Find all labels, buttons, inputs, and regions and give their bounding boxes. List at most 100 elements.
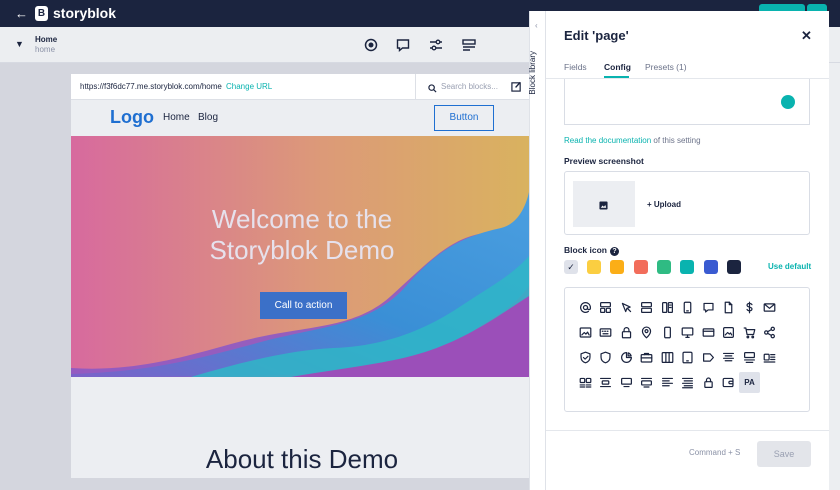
padlock-icon[interactable] (698, 372, 718, 392)
pa-icon[interactable]: PA (739, 372, 760, 393)
align-center-icon[interactable] (719, 347, 739, 367)
documentation-line: Read the documentation of this setting (564, 136, 701, 145)
pie-icon[interactable] (616, 347, 636, 367)
grammar-check-icon[interactable] (781, 95, 795, 109)
panel-content: Read the documentation of this setting P… (546, 79, 829, 430)
edit-icon[interactable] (511, 81, 522, 95)
preview-screenshot-box: + Upload (564, 171, 810, 235)
media-text-icon[interactable] (739, 347, 759, 367)
nav-home-link[interactable]: Home (163, 112, 190, 123)
three-columns-icon[interactable] (657, 347, 677, 367)
hero-title-line2: Storyblok Demo (209, 235, 395, 265)
columns-icon[interactable] (657, 297, 677, 317)
sliders-icon[interactable] (428, 37, 444, 53)
right-strip (829, 63, 840, 490)
cart-icon[interactable] (739, 322, 759, 342)
tab-config[interactable]: Config (604, 62, 631, 72)
at-icon[interactable] (575, 297, 595, 317)
document-icon[interactable] (719, 297, 739, 317)
comment-icon[interactable] (395, 37, 411, 53)
block-icon-label-text: Block icon (564, 245, 607, 255)
card-icon[interactable] (698, 322, 718, 342)
nav-blog-link[interactable]: Blog (198, 112, 218, 123)
record-icon[interactable] (363, 37, 379, 53)
keyboard-icon[interactable] (596, 322, 616, 342)
tablet-icon[interactable] (678, 347, 698, 367)
color-swatch-default[interactable]: ✓ (564, 260, 578, 274)
call-to-action-button[interactable]: Call to action (260, 292, 347, 319)
rows-icon[interactable] (637, 297, 657, 317)
image-icon (599, 199, 608, 213)
color-swatch-blue[interactable] (704, 260, 718, 274)
color-swatch-navy[interactable] (727, 260, 741, 274)
chat-icon[interactable] (698, 297, 718, 317)
color-swatch-red[interactable] (634, 260, 648, 274)
save-button[interactable]: Save (757, 441, 811, 467)
hero-bottom-icon[interactable] (637, 372, 657, 392)
hero-title: Welcome to the Storyblok Demo (71, 204, 529, 266)
about-title: About this Demo (205, 444, 399, 474)
layout-icon[interactable] (461, 37, 477, 53)
hero-section[interactable]: Welcome to the Storyblok Demo Call to ac… (71, 136, 529, 377)
story-name: Home (35, 35, 58, 44)
panel-footer: Command + S Save (546, 430, 829, 490)
use-default-link[interactable]: Use default (768, 262, 811, 271)
help-icon[interactable]: ? (609, 247, 619, 256)
block-icon-label: Block icon? (564, 245, 619, 256)
color-swatch-orange[interactable] (610, 260, 624, 274)
shield-icon[interactable] (596, 347, 616, 367)
wallet-icon[interactable] (719, 372, 739, 392)
text-block-icon[interactable] (596, 372, 616, 392)
gallery-icon[interactable] (575, 372, 595, 392)
color-swatch-yellow[interactable] (587, 260, 601, 274)
pin-icon[interactable] (637, 322, 657, 342)
color-swatch-green[interactable] (657, 260, 671, 274)
brand-name: storyblok (53, 5, 117, 21)
image-icon[interactable] (575, 322, 595, 342)
back-arrow-icon[interactable]: ← (15, 6, 28, 21)
site-logo[interactable]: Logo (110, 107, 154, 128)
block-library-toggle[interactable]: ‹ Block library (528, 11, 546, 490)
close-icon[interactable]: ✕ (801, 28, 812, 44)
media-list-icon[interactable] (760, 347, 780, 367)
site-header-button[interactable]: Button (434, 105, 494, 131)
tab-fields[interactable]: Fields (564, 62, 587, 72)
hero-icon[interactable] (616, 372, 636, 392)
color-swatch-teal[interactable] (680, 260, 694, 274)
shield-check-icon[interactable] (575, 347, 595, 367)
preview-screenshot-label: Preview screenshot (564, 156, 644, 166)
phone-icon[interactable] (678, 297, 698, 317)
block-library-label: Block library (528, 51, 537, 95)
documentation-link[interactable]: Read the documentation (564, 136, 651, 145)
screenshot-placeholder[interactable] (573, 181, 635, 227)
preview-url: https://f3f6dc77.me.storyblok.com/home (80, 82, 222, 91)
url-bar: https://f3f6dc77.me.storyblok.com/home C… (71, 74, 529, 100)
site-header: Logo Home Blog Button (71, 100, 529, 136)
align-left-icon[interactable] (657, 372, 677, 392)
tab-presets[interactable]: Presets (1) (645, 62, 687, 72)
story-slug: home (35, 45, 56, 54)
panel-title: Edit 'page' (564, 28, 629, 43)
storyblok-logo-icon: B (35, 6, 48, 21)
description-textarea[interactable] (564, 79, 810, 125)
chevron-down-icon[interactable]: ▼ (15, 39, 24, 49)
mail-icon[interactable] (760, 297, 780, 317)
tag-icon[interactable] (698, 347, 718, 367)
share-icon[interactable] (760, 322, 780, 342)
grid-blocks-icon[interactable] (596, 297, 616, 317)
documentation-suffix: of this setting (651, 136, 701, 145)
picture-icon[interactable] (719, 322, 739, 342)
block-search[interactable]: Search blocks... (415, 74, 503, 100)
briefcase-icon[interactable] (637, 347, 657, 367)
change-url-link[interactable]: Change URL (226, 82, 272, 91)
lock-icon[interactable] (616, 322, 636, 342)
cursor-icon[interactable] (616, 297, 636, 317)
preview-frame: https://f3f6dc77.me.storyblok.com/home C… (71, 74, 529, 478)
upload-button[interactable]: + Upload (647, 200, 681, 209)
search-input[interactable]: Search blocks... (441, 82, 498, 91)
justify-icon[interactable] (678, 372, 698, 392)
hero-title-line1: Welcome to the (211, 204, 393, 234)
dollar-icon[interactable] (739, 297, 759, 317)
mobile-icon[interactable] (657, 322, 677, 342)
monitor-icon[interactable] (678, 322, 698, 342)
